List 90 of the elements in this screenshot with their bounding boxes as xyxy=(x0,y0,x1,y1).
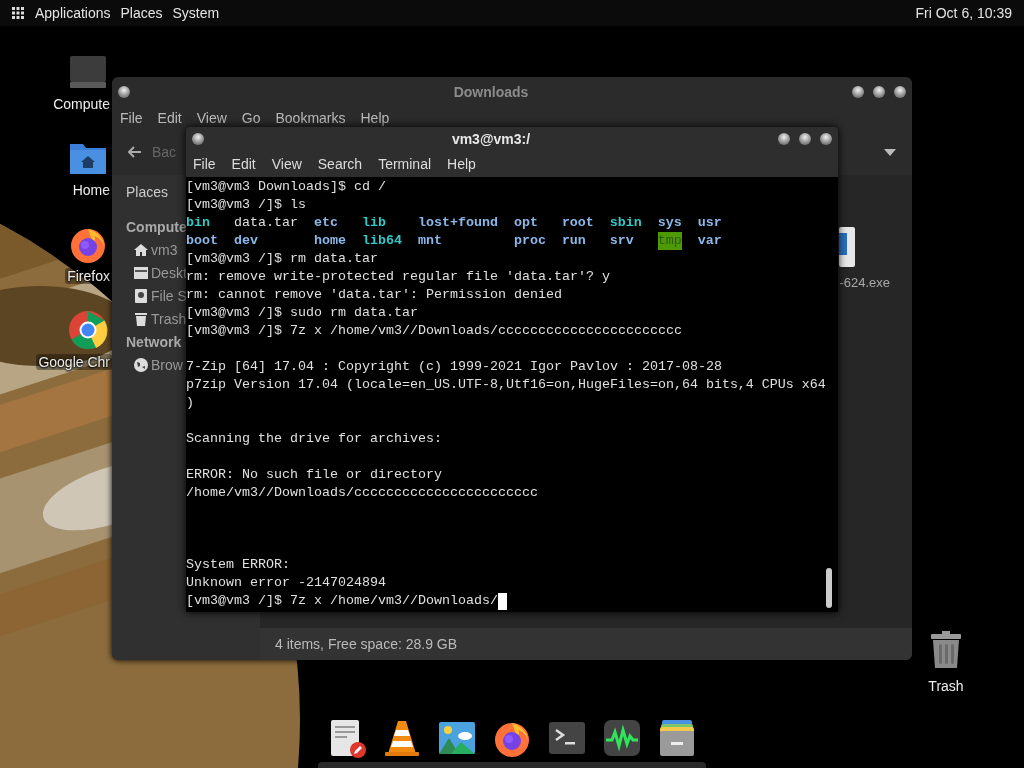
menu-item[interactable]: Terminal xyxy=(378,156,432,172)
ls-entry: srv xyxy=(609,232,634,250)
terminal-line: rm: remove write-protected regular file 'data.tar'? y xyxy=(186,268,610,286)
terminal-line: ERROR: No such file or directory xyxy=(186,466,442,484)
file-icon[interactable] xyxy=(839,227,856,267)
minimize-button[interactable] xyxy=(778,133,790,145)
back-arrow-icon xyxy=(128,146,142,158)
menu-item[interactable]: View xyxy=(271,156,302,172)
ls-entry: usr xyxy=(697,214,722,232)
maximize-button[interactable] xyxy=(873,86,885,98)
ls-entry: dev xyxy=(234,232,258,250)
close-button[interactable] xyxy=(894,86,906,98)
ls-entry: root xyxy=(561,214,594,232)
ls-entry: lib64 xyxy=(361,232,402,250)
desktop-icon xyxy=(134,266,148,280)
menu-item[interactable]: File xyxy=(120,110,143,126)
terminal-line: [vm3@vm3 /]$ sudo rm data.tar xyxy=(186,304,418,320)
system-monitor-icon[interactable] xyxy=(602,718,642,758)
ls-entry: data.tar xyxy=(234,214,298,232)
terminal-line: Scanning the drive for archives: xyxy=(186,430,442,448)
window-title: Downloads xyxy=(452,84,530,100)
terminal-line: [vm3@vm3 /]$ 7z x /home/vm3//Downloads/ xyxy=(186,592,498,610)
window-menu-button[interactable] xyxy=(192,133,204,145)
terminal-line: Unknown error -2147024894 xyxy=(186,574,386,592)
scrollbar-thumb[interactable] xyxy=(826,568,832,608)
home-icon xyxy=(134,243,148,257)
window-menu-button[interactable] xyxy=(118,86,130,98)
terminal-line: /home/vm3//Downloads/ccccccccccccccccccccccc xyxy=(186,484,538,502)
sidebar-title[interactable]: Places xyxy=(126,184,169,200)
sidebar-item[interactable]: Deskt xyxy=(151,265,187,281)
window-title: vm3@vm3:/ xyxy=(450,131,532,147)
sidebar-item[interactable]: File S xyxy=(151,288,187,304)
terminal-line: [vm3@vm3 /]$ ls xyxy=(186,196,306,214)
ls-entry: proc xyxy=(513,232,546,250)
ls-entry: run xyxy=(561,232,586,250)
apps-grid-icon[interactable] xyxy=(12,7,24,19)
menu-item[interactable]: Bookmarks xyxy=(275,110,346,126)
terminal-line: ) xyxy=(186,394,194,412)
menu-item[interactable]: Edit xyxy=(231,156,256,172)
ls-entry: sys xyxy=(657,214,682,232)
dropdown-caret-icon[interactable] xyxy=(884,148,896,156)
file-cabinet-icon[interactable] xyxy=(657,718,697,758)
globe-icon xyxy=(134,358,148,372)
ls-entry: bin xyxy=(186,214,210,232)
menu-item[interactable]: Go xyxy=(241,110,261,126)
panel-menu[interactable]: Places xyxy=(120,5,163,21)
sidebar-heading: Network xyxy=(126,334,182,350)
terminal-line: System ERROR: xyxy=(186,556,290,574)
chrome-icon[interactable] xyxy=(68,310,108,350)
ls-entry: sbin xyxy=(609,214,642,232)
menu-item[interactable]: Edit xyxy=(157,110,182,126)
drive-icon xyxy=(134,289,148,303)
ls-entry: var xyxy=(697,232,722,250)
terminal-line: [vm3@vm3 /]$ 7z x /home/vm3//Downloads/ccccccccccccccccccccccc xyxy=(186,323,682,340)
panel-menu[interactable]: System xyxy=(172,5,220,21)
ls-entry: lib xyxy=(361,214,386,232)
maximize-button[interactable] xyxy=(799,133,811,145)
menu-item[interactable]: Help xyxy=(447,156,476,172)
menu-item[interactable]: Search xyxy=(317,156,363,172)
trash-icon xyxy=(134,312,148,326)
sidebar-item[interactable]: vm3 xyxy=(151,242,178,258)
panel-menu[interactable]: Applications xyxy=(35,5,111,21)
menu-item[interactable]: View xyxy=(196,110,227,126)
traffic-cone-icon[interactable] xyxy=(382,718,422,758)
desktop-icon-label[interactable]: Trash xyxy=(928,678,964,694)
ls-entry: mnt xyxy=(417,232,442,250)
close-button[interactable] xyxy=(820,133,832,145)
status-text: 4 items, Free space: 28.9 GB xyxy=(275,636,458,652)
ls-entry: etc xyxy=(313,214,338,232)
terminal-line: [vm3@vm3 /]$ rm data.tar xyxy=(186,250,378,268)
menu-item[interactable]: Help xyxy=(360,110,390,126)
ls-entry: home xyxy=(313,232,346,250)
minimize-button[interactable] xyxy=(852,86,864,98)
sidebar-item[interactable]: Trash xyxy=(151,311,187,327)
sidebar-item[interactable]: Brow xyxy=(151,357,183,373)
terminal-line: rm: cannot remove 'data.tar': Permission denied xyxy=(186,286,562,304)
ls-entry: tmp xyxy=(657,232,682,250)
ls-entry: opt xyxy=(513,214,538,232)
ls-entry: boot xyxy=(186,232,218,250)
terminal-line: 7-Zip [64] 17.04 : Copyright (c) 1999-2021 Igor Pavlov : 2017-08-28 xyxy=(186,358,722,376)
menu-item[interactable]: File xyxy=(193,156,216,172)
clock[interactable]: Fri Oct 6, 10:39 xyxy=(915,5,1012,21)
terminal-line: p7zip Version 17.04 (locale=en_US.UTF-8,Utf16=on,HugeFiles=on,64 bits,4 CPUs x64 xyxy=(186,376,826,394)
file-name[interactable]: -624.exe xyxy=(839,275,890,290)
ls-entry: lost+found xyxy=(417,214,498,232)
text-cursor xyxy=(497,592,507,610)
terminal-line: [vm3@vm3 Downloads]$ cd / xyxy=(186,178,386,196)
desktop-icon-label[interactable]: Compute xyxy=(51,96,112,112)
sidebar-heading: Compute xyxy=(126,219,187,235)
desktop-icon-label[interactable]: Google Chr xyxy=(36,354,112,370)
